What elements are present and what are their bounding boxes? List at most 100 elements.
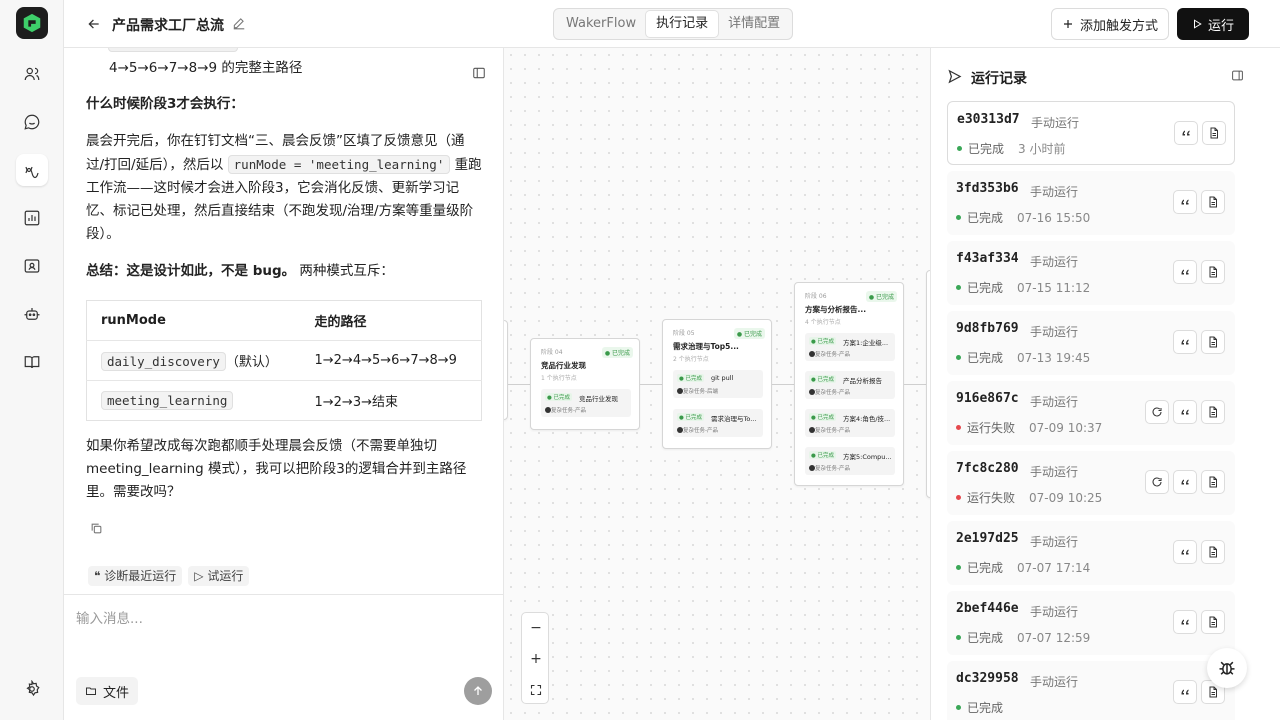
node-subtitle: 1 个执行节点 [541, 375, 577, 382]
view-log-button[interactable] [1201, 190, 1225, 214]
run-records-title: 运行记录 [971, 71, 1027, 87]
run-card[interactable]: 3fd353b6 手动运行 已完成 07-16 15:50 [947, 171, 1235, 235]
rail-chat[interactable] [16, 106, 48, 138]
node-task[interactable]: ● 已完成 产品分析报告 复杂任务-产品 [805, 371, 895, 399]
run-card[interactable]: e30313d7 手动运行 已完成 3 小时前 [947, 101, 1235, 165]
workflow-node-stage-06[interactable]: 阶段 06 ● 已完成 方案与分析报告... 4 个执行节点 ● 已完成 方案1… [794, 282, 904, 486]
chat-icon [24, 114, 40, 130]
tab-wakerflow[interactable]: WakerFlow [556, 11, 646, 37]
copy-message-button[interactable] [90, 522, 104, 536]
app-logo[interactable] [16, 7, 48, 39]
view-log-button[interactable] [1201, 260, 1225, 284]
run-card[interactable]: 7fc8c280 手动运行 运行失败 07-09 10:25 [947, 451, 1235, 515]
node-task[interactable]: ● 已完成 方案4:角色/技... 复杂任务-产品 [805, 409, 895, 437]
table-header-row: runMode 走的路径 [87, 301, 482, 341]
message-input[interactable] [76, 607, 476, 631]
node-stage-label: 阶段 06 [805, 293, 827, 300]
quote-run-button[interactable] [1173, 260, 1197, 284]
run-status-text: 已完成 [968, 142, 1005, 156]
node-task[interactable]: ● 已完成 方案1:企业级... 复杂任务-产品 [805, 333, 895, 361]
run-card[interactable]: 916e867c 手动运行 运行失败 07-09 10:37 [947, 381, 1235, 445]
run-card[interactable]: dc329958 手动运行 已完成 [947, 661, 1235, 720]
workflow-canvas[interactable]: 阶段 04 ● 已完成 竞品行业发现 1 个执行节点 ● 已完成 竞品行业发现 … [504, 48, 930, 720]
quote-run-button[interactable] [1173, 540, 1197, 564]
toggle-chat-panel-button[interactable] [472, 66, 488, 82]
zoom-out-button[interactable]: − [522, 613, 550, 643]
rail-users[interactable] [16, 58, 48, 90]
document-icon [1209, 616, 1217, 628]
run-card[interactable]: 9d8fb769 手动运行 已完成 07-13 19:45 [947, 311, 1235, 375]
bar-chart-icon [24, 210, 40, 226]
quote-run-button[interactable] [1173, 190, 1197, 214]
add-trigger-button[interactable]: 添加触发方式 [1051, 8, 1169, 40]
task-status: ● 已完成 [677, 413, 705, 421]
node-task[interactable]: ● 已完成 竞品行业发现 复杂任务-产品 [541, 389, 631, 417]
toggle-run-panel-button[interactable] [1231, 69, 1247, 85]
rail-workflow[interactable] [16, 154, 48, 186]
edit-title-button[interactable] [232, 16, 248, 32]
zoom-in-button[interactable]: + [522, 644, 550, 674]
node-status-badge: ● 已完成 [733, 328, 765, 339]
quote-icon [1181, 269, 1189, 275]
node-task[interactable]: ● 已完成 方案5:Compu... 复杂任务-产品 [805, 447, 895, 475]
tab-detail-config[interactable]: 详情配置 [718, 11, 790, 37]
run-button[interactable]: 运行 [1177, 8, 1249, 40]
run-id: 2bef446e [956, 601, 1019, 616]
rail-docs[interactable] [16, 346, 48, 378]
task-name: 方案5:Compu... [843, 453, 892, 461]
document-icon [1209, 546, 1217, 558]
view-log-button[interactable] [1201, 330, 1225, 354]
node-task[interactable]: ● 已完成 需求治理与To... 复杂任务-产品 [673, 409, 763, 437]
run-card[interactable]: f43af334 手动运行 已完成 07-15 11:12 [947, 241, 1235, 305]
retry-run-button[interactable] [1145, 470, 1169, 494]
back-button[interactable] [84, 14, 104, 34]
fit-view-button[interactable] [522, 675, 550, 705]
view-log-button[interactable] [1202, 121, 1226, 145]
quote-run-button[interactable] [1174, 121, 1198, 145]
tab-run-records[interactable]: 执行记录 [646, 11, 719, 37]
view-log-button[interactable] [1201, 610, 1225, 634]
node-subtitle: 2 个执行节点 [673, 356, 709, 363]
run-status-text: 已完成 [967, 281, 1004, 295]
workflow-node-stage-04[interactable]: 阶段 04 ● 已完成 竞品行业发现 1 个执行节点 ● 已完成 竞品行业发现 … [530, 338, 640, 430]
quote-run-button[interactable] [1173, 330, 1197, 354]
workflow-node-partial[interactable] [504, 320, 508, 420]
send-button[interactable] [464, 677, 492, 705]
run-status-text: 已完成 [967, 211, 1004, 225]
run-status: 运行失败 07-09 10:37 [956, 419, 1102, 436]
run-time: 07-09 10:37 [1029, 420, 1103, 435]
run-mode: 手动运行 [1031, 116, 1080, 130]
chip-diagnose-recent-run[interactable]: ❝ 诊断最近运行 [88, 566, 183, 586]
rail-bot[interactable] [16, 298, 48, 330]
run-status: 已完成 07-07 17:14 [956, 559, 1090, 576]
run-card[interactable]: 2e197d25 手动运行 已完成 07-07 17:14 [947, 521, 1235, 585]
rail-analytics[interactable] [16, 202, 48, 234]
status-dot [956, 565, 961, 570]
mode-note: （默认） [225, 355, 278, 370]
run-records-icon [947, 69, 963, 85]
node-subtitle: 4 个执行节点 [805, 319, 841, 326]
run-card[interactable]: 2bef446e 手动运行 已完成 07-07 12:59 [947, 591, 1235, 655]
chip-trial-run[interactable]: ▷ 试运行 [188, 566, 250, 586]
rail-contacts[interactable] [16, 250, 48, 282]
document-icon [1209, 266, 1217, 278]
task-name: 方案4:角色/技... [843, 415, 891, 423]
retry-run-button[interactable] [1145, 400, 1169, 424]
quote-run-button[interactable] [1173, 470, 1197, 494]
add-trigger-label: 添加触发方式 [1079, 18, 1158, 34]
rail-settings[interactable] [16, 673, 48, 705]
node-task[interactable]: ● 已完成 git pull 复杂任务-后端 [673, 370, 763, 398]
view-log-button[interactable] [1201, 540, 1225, 564]
quote-icon [1182, 130, 1190, 136]
quote-run-button[interactable] [1173, 400, 1197, 424]
view-log-button[interactable] [1201, 470, 1225, 494]
fullscreen-icon [530, 684, 542, 696]
quote-run-button[interactable] [1173, 610, 1197, 634]
table-cell-path: 1→2→4→5→6→7→8→9 [300, 340, 482, 381]
quote-run-button[interactable] [1173, 680, 1197, 704]
debug-button[interactable] [1207, 648, 1247, 688]
attach-file-button[interactable]: 文件 [76, 677, 139, 705]
chat-messages[interactable]: 4→5→6→7→8→9 的完整主路径 什么时候阶段3才会执行： 晨会开完后，你在… [64, 48, 503, 594]
workflow-node-stage-05[interactable]: 阶段 05 ● 已完成 需求治理与Top5... 2 个执行节点 ● 已完成 g… [662, 319, 772, 449]
view-log-button[interactable] [1201, 400, 1225, 424]
